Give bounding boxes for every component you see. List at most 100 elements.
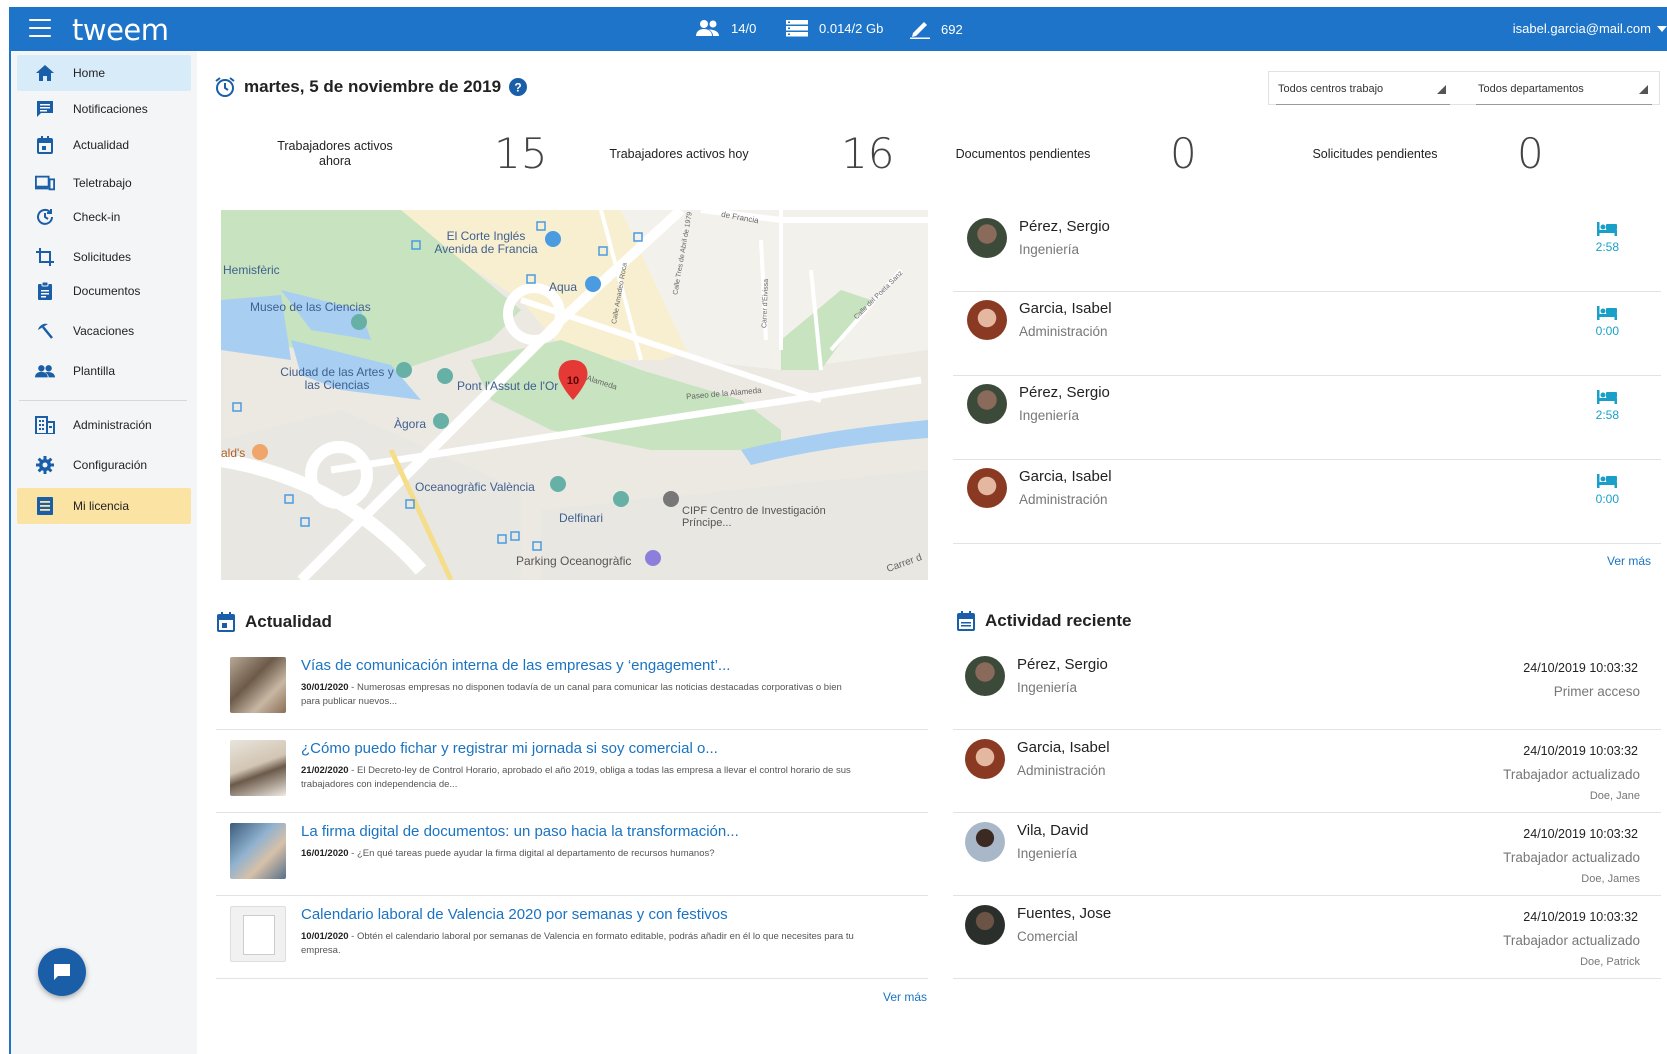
sidebar-item-documentos[interactable]: Documentos (17, 273, 191, 309)
news-thumbnail (230, 823, 286, 879)
dropdown-arrow-icon (1437, 85, 1446, 94)
news-item-description: 16/01/2020 - ¿En qué tareas puede ayudar… (301, 847, 861, 861)
presence-time-value: 2:58 (1595, 240, 1619, 254)
centers-select-value: Todos centros trabajo (1278, 83, 1384, 95)
news-item[interactable]: ¿Cómo puedo fichar y registrar mi jornad… (216, 730, 928, 813)
kpi-requests-label: Solicitudes pendientes (1312, 147, 1438, 161)
svg-text:?: ? (514, 81, 521, 95)
news-item-description: 21/02/2020 - El Decreto-ley de Control H… (301, 764, 861, 792)
sidebar-item-actualidad[interactable]: Actualidad (17, 127, 191, 163)
avatar (967, 384, 1007, 424)
news-item-title[interactable]: La firma digital de documentos: un paso … (301, 823, 739, 840)
calendar-icon (35, 135, 55, 155)
bed-icon (1597, 306, 1618, 320)
calendar-icon (957, 611, 975, 631)
user-menu[interactable]: isabel.garcia@mail.com (1513, 21, 1667, 36)
presence-row[interactable]: Pérez, Sergio Ingeniería 2:58 (953, 208, 1661, 292)
map-label: El Corte Inglés Avenida de Francia (434, 229, 538, 256)
calendar-thumbnail-page (243, 915, 275, 955)
storage-icon (786, 20, 808, 37)
sidebar-item-label: Plantilla (73, 364, 116, 378)
people-icon (35, 361, 55, 381)
person-department: Administración (1017, 763, 1106, 778)
storage-stat: 0.014/2 Gb (785, 19, 883, 37)
presence-time-value: 0:00 (1595, 492, 1619, 506)
news-thumbnail (230, 657, 286, 713)
app-logo[interactable]: tweem (72, 13, 169, 47)
map-view[interactable]: 10 El Corte Inglés Avenida de Francia He… (221, 210, 928, 580)
sidebar-item-label: Administración (73, 418, 152, 432)
news-item-text: - Obtén el calendario laboral por semana… (301, 931, 854, 956)
avatar (965, 739, 1005, 779)
chevron-down-icon (1657, 25, 1667, 32)
presence-row[interactable]: Garcia, Isabel Administración 0:00 (953, 460, 1661, 544)
sidebar-item-label: Mi licencia (73, 499, 130, 513)
map-label: Parking Oceanogràfic (516, 554, 632, 568)
person-name: Garcia, Isabel (1017, 739, 1110, 756)
sidebar-item-teletrabajo[interactable]: Teletrabajo (17, 165, 191, 201)
signature-icon (910, 22, 930, 39)
map-label: Delfinari (559, 511, 604, 525)
workers-count: 14/0 (731, 20, 757, 36)
person-name: Garcia, Isabel (1019, 300, 1112, 317)
sidebar-item-home[interactable]: Home (17, 55, 191, 91)
presence-time-value: 0:00 (1595, 324, 1619, 338)
message-icon (35, 99, 55, 119)
presence-more-link[interactable]: Ver más (1607, 554, 1651, 568)
sidebar-item-checkin[interactable]: Check-in (17, 199, 191, 235)
kpi-active-now-value: 15 (494, 129, 548, 178)
kpi-documents-value: 0 (1170, 129, 1197, 178)
kpi-active-now-label: Trabajadores activos ahora (277, 139, 393, 168)
crop-icon (35, 247, 55, 267)
avatar (965, 822, 1005, 862)
avatar (965, 905, 1005, 945)
list-icon (35, 496, 55, 516)
news-item[interactable]: Vías de comunicación interna de las empr… (216, 647, 928, 730)
sidebar-item-administracion[interactable]: Administración (17, 407, 191, 443)
sidebar-item-solicitudes[interactable]: Solicitudes (17, 239, 191, 275)
activity-row[interactable]: Garcia, Isabel Administración 24/10/2019… (953, 730, 1661, 813)
person-name: Fuentes, Jose (1017, 905, 1112, 922)
menu-icon[interactable] (29, 19, 51, 37)
help-icon[interactable]: ? (509, 78, 528, 96)
activity-row[interactable]: Pérez, Sergio Ingeniería 24/10/2019 10:0… (953, 647, 1661, 730)
bed-icon (1597, 222, 1618, 236)
presence-row[interactable]: Garcia, Isabel Administración 0:00 (953, 292, 1661, 376)
sidebar-item-plantilla[interactable]: Plantilla (17, 353, 191, 389)
activity-action: Trabajador actualizado (1503, 850, 1640, 865)
map-label: Museo de las Ciencias (250, 300, 371, 314)
departments-select[interactable]: Todos departamentos (1476, 71, 1652, 105)
clipboard-icon (35, 281, 55, 301)
signatures-count: 692 (941, 21, 963, 37)
news-item-title[interactable]: Vías de comunicación interna de las empr… (301, 657, 730, 674)
sidebar-item-label: Home (73, 66, 106, 80)
news-item[interactable]: La firma digital de documentos: un paso … (216, 813, 928, 896)
sidebar-item-configuracion[interactable]: Configuración (17, 447, 191, 483)
news-item[interactable]: Calendario laboral de Valencia 2020 por … (216, 896, 928, 979)
presence-row[interactable]: Pérez, Sergio Ingeniería 2:58 (953, 376, 1661, 460)
sidebar-item-vacaciones[interactable]: Vacaciones (17, 313, 191, 349)
kpi-requests-value: 0 (1517, 129, 1544, 178)
avatar (965, 656, 1005, 696)
alarm-clock-icon (215, 77, 235, 97)
activity-row[interactable]: Vila, David Ingeniería 24/10/2019 10:03:… (953, 813, 1661, 896)
sidebar-item-mi-licencia[interactable]: Mi licencia (17, 488, 191, 524)
news-more-link[interactable]: Ver más (883, 990, 927, 1004)
centers-select[interactable]: Todos centros trabajo (1276, 71, 1450, 105)
activity-row[interactable]: Fuentes, Jose Comercial 24/10/2019 10:03… (953, 896, 1661, 979)
news-item-description: 10/01/2020 - Obtén el calendario laboral… (301, 930, 861, 958)
sidebar-item-notificaciones[interactable]: Notificaciones (17, 91, 191, 127)
news-item-description: 30/01/2020 - Numerosas empresas no dispo… (301, 681, 861, 709)
person-department: Administración (1019, 492, 1108, 507)
map-label: Pont l'Assut de l'Or (457, 379, 559, 393)
news-item-text: - El Decreto-ley de Control Horario, apr… (301, 765, 851, 790)
sidebar-item-label: Notificaciones (73, 102, 148, 116)
news-item-title[interactable]: Calendario laboral de Valencia 2020 por … (301, 906, 728, 923)
bed-icon (1597, 390, 1618, 404)
activity-section-title: Actividad reciente (957, 611, 1131, 631)
avatar (967, 218, 1007, 258)
current-date: martes, 5 de noviembre de 2019 (244, 77, 502, 96)
news-item-title[interactable]: ¿Cómo puedo fichar y registrar mi jornad… (301, 740, 718, 757)
news-thumbnail (230, 740, 286, 796)
chat-button[interactable] (38, 948, 86, 996)
